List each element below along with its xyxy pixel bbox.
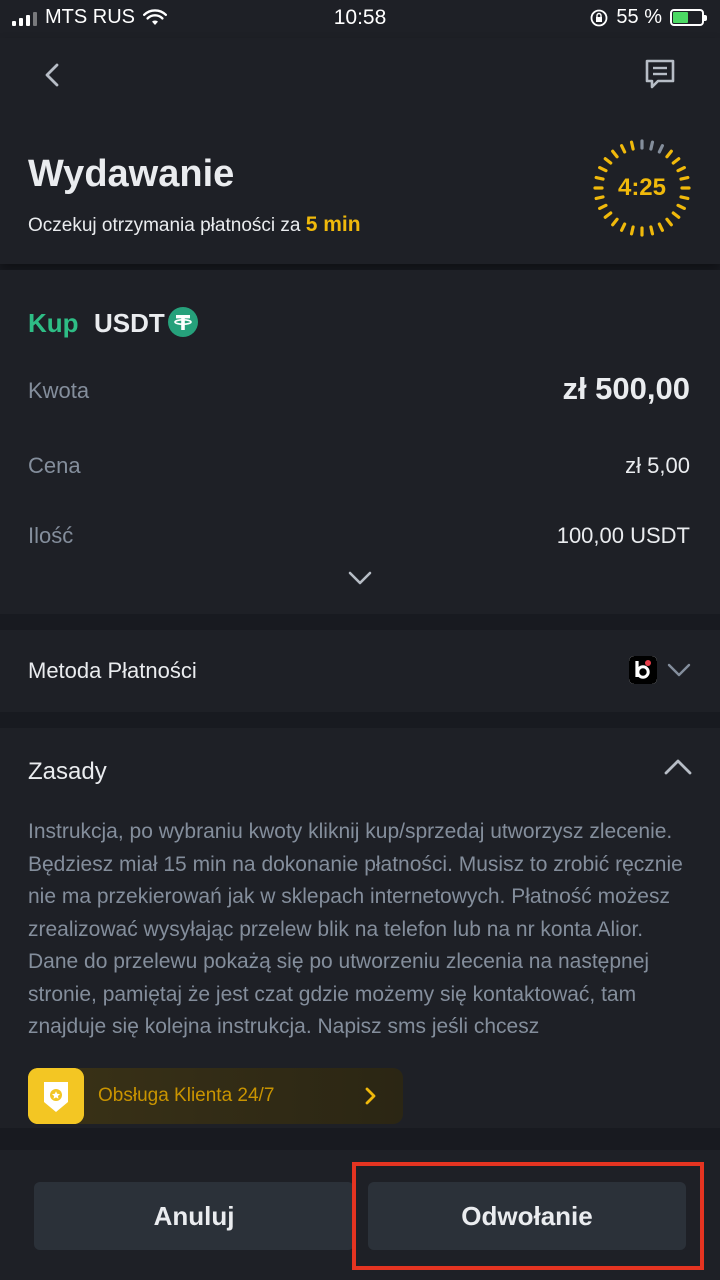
support-label: Obsługa Klienta 24/7 [98,1085,275,1106]
price-label: Cena [28,453,81,478]
order-details-card: Kup USDT Kwota zł 500,00 Cena zł 5,00 Il… [0,270,720,614]
chevron-down-icon[interactable] [667,662,691,678]
quantity-value: 100,00 USDT [556,523,690,548]
order-asset: USDT [94,308,165,338]
footer-actions: Anuluj Odwołanie [0,1150,720,1280]
support-badge-icon [28,1068,84,1124]
battery-icon [670,9,707,26]
payment-method-row[interactable]: Metoda Płatności [0,630,720,712]
quantity-label: Ilość [28,523,74,548]
appeal-button[interactable]: Odwołanie [368,1182,686,1250]
subtitle-time: 5 min [305,213,361,236]
rules-text: Instrukcja, po wybraniu kwoty kliknij ku… [28,820,683,1038]
price-value: zł 5,00 [625,453,690,478]
header: Wydawanie Oczekuj otrzymania płatności z… [0,38,720,264]
payment-wait-subtitle: Oczekuj otrzymania płatności za 5 min [28,213,361,237]
amount-label: Kwota [28,378,90,403]
battery-percent: 55 % [616,6,662,28]
cancel-button[interactable]: Anuluj [34,1182,354,1250]
customer-support-banner[interactable]: Obsługa Klienta 24/7 [28,1068,403,1124]
subtitle-text: Oczekuj otrzymania płatności za [28,215,301,236]
chevron-right-icon [365,1087,376,1105]
chat-icon[interactable] [644,58,676,90]
amount-value: zł 500,00 [562,371,690,406]
tether-icon [168,307,198,337]
countdown-timer: 4:25 [617,174,667,201]
chevron-up-icon[interactable] [664,758,692,776]
status-bar: MTS RUS 10:58 55 % [0,0,720,38]
blik-icon [629,656,657,684]
order-side: Kup [28,308,79,338]
page-title: Wydawanie [28,153,235,195]
chevron-down-icon[interactable] [348,570,372,586]
payment-method-label: Metoda Płatności [28,658,197,683]
back-arrow-icon[interactable] [38,60,68,90]
orientation-lock-icon [591,9,608,26]
status-right: 55 % [590,6,707,29]
rules-title: Zasady [28,758,107,785]
